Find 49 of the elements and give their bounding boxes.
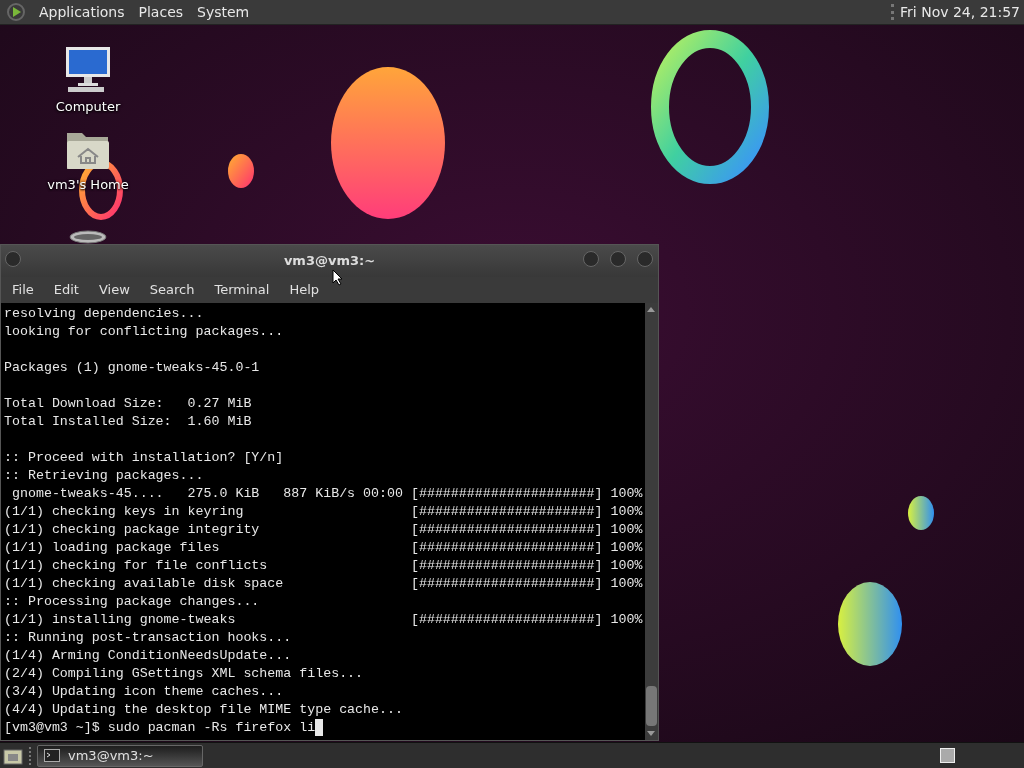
terminal-menu[interactable]: Search: [139, 280, 205, 300]
pointer-icon: [332, 269, 343, 286]
window-title: vm3@vm3:~: [283, 252, 376, 271]
minimize-button[interactable]: [583, 251, 599, 267]
terminal-menu[interactable]: File: [2, 280, 44, 300]
taskbar-button[interactable]: vm3@vm3:~: [37, 744, 203, 767]
menu-icon[interactable]: [6, 2, 26, 22]
terminal-menu[interactable]: Edit: [43, 280, 89, 300]
terminal-line: (1/1) checking for file conflicts [######################] 100%: [4, 557, 644, 575]
terminal-line: (1/1) checking package integrity [######################] 100%: [4, 521, 644, 539]
icon-label[interactable]: Computer: [55, 97, 121, 117]
clock[interactable]: Fri Nov 24, 21:57: [900, 1, 1020, 23]
terminal-line: :: Running post-transaction hooks...: [4, 629, 293, 647]
workspace-switcher[interactable]: [940, 748, 955, 763]
terminal-line: (3/4) Updating icon theme caches...: [4, 683, 285, 701]
computer-icon[interactable]: [64, 45, 112, 93]
terminal-line: (1/1) installing gnome-tweaks [######################] 100%: [4, 611, 644, 629]
text-cursor: [315, 719, 324, 736]
terminal-line: (4/4) Updating the desktop file MIME type cache...: [4, 701, 404, 719]
terminal-line: looking for conflicting packages...: [4, 323, 285, 341]
terminal-line: resolving dependencies...: [4, 305, 205, 323]
panel-handle[interactable]: [891, 4, 895, 20]
terminal-line: (1/4) Arming ConditionNeedsUpdate...: [4, 647, 293, 665]
terminal-line: Total Download Size: 0.27 MiB: [4, 395, 253, 413]
terminal-menu[interactable]: View: [88, 280, 140, 300]
scroll-down-icon[interactable]: [647, 731, 655, 736]
scroll-up-icon[interactable]: [647, 307, 655, 312]
terminal-line: (1/1) checking available disk space [######################] 100%: [4, 575, 644, 593]
terminal-line: Total Installed Size: 1.60 MiB: [4, 413, 253, 431]
terminal-icon: [44, 749, 60, 762]
window-menu-button[interactable]: [5, 251, 21, 267]
terminal-line: (1/1) checking keys in keyring [######################] 100%: [4, 503, 644, 521]
show-desktop-icon[interactable]: [3, 746, 23, 765]
maximize-button[interactable]: [610, 251, 626, 267]
terminal-menu[interactable]: Help: [279, 280, 330, 300]
terminal-line: :: Proceed with installation? [Y/n]: [4, 449, 285, 467]
terminal-prompt: [vm3@vm3 ~]$ sudo pacman -Rs firefox li: [4, 719, 316, 737]
terminal-line: Packages (1) gnome-tweaks-45.0-1: [4, 359, 261, 377]
terminal-menu[interactable]: Terminal: [204, 280, 280, 300]
terminal-line: :: Processing package changes...: [4, 593, 261, 611]
panel-menu[interactable]: Applications: [32, 0, 132, 24]
terminal-line: (1/1) loading package files [######################] 100%: [4, 539, 644, 557]
close-button[interactable]: [637, 251, 653, 267]
terminal-line: :: Retrieving packages...: [4, 467, 205, 485]
panel-menu[interactable]: Places: [131, 0, 191, 24]
scroll-thumb[interactable]: [646, 686, 657, 726]
terminal-line: gnome-tweaks-45.... 275.0 KiB 887 KiB/s 00:00 [######################] 100%: [10, 485, 644, 503]
panel-menu[interactable]: System: [190, 0, 257, 24]
terminal-line: (2/4) Compiling GSettings XML schema files...: [4, 665, 365, 683]
